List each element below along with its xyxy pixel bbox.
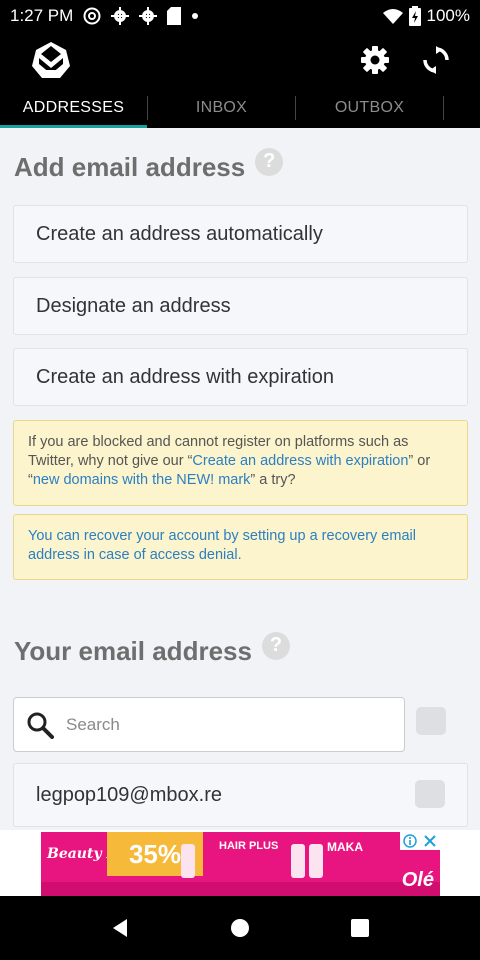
- ad-bottle-image: [309, 844, 323, 878]
- tab-bar: ADDRESSES INBOX OUTBOX: [0, 88, 480, 128]
- ad-bottle-image: [181, 844, 195, 878]
- email-checkbox[interactable]: [415, 780, 445, 808]
- email-address: legpop109@mbox.re: [36, 783, 222, 806]
- ad-product-2: MAKA: [327, 840, 363, 854]
- at-sign-icon: [83, 7, 101, 25]
- help-icon[interactable]: ?: [255, 147, 284, 176]
- system-nav-bar: [0, 896, 480, 960]
- tab-divider: [443, 96, 444, 120]
- recovery-notice-link[interactable]: You can recover your account by setting …: [28, 528, 416, 563]
- settings-icon[interactable]: [360, 45, 390, 75]
- blocked-notice: If you are blocked and cannot register o…: [13, 420, 468, 506]
- dot-icon: [192, 13, 199, 19]
- tab-inbox[interactable]: INBOX: [148, 88, 295, 128]
- ad-banner[interactable]: Beauty FEST! Olé 35% HAIR PLUS MAKA Olé: [41, 832, 440, 896]
- search-icon: [27, 712, 54, 739]
- gear-icon: [111, 7, 130, 25]
- ad-product-1: HAIR PLUS: [219, 840, 279, 852]
- create-address-auto-button[interactable]: Create an address automatically: [13, 205, 468, 263]
- mbox-logo-icon: [30, 40, 72, 80]
- wifi-icon: [382, 9, 403, 24]
- tab-addresses[interactable]: ADDRESSES: [0, 88, 147, 128]
- back-icon[interactable]: [60, 896, 180, 960]
- app-bar: [0, 32, 480, 88]
- search-box[interactable]: [13, 697, 405, 752]
- recovery-notice[interactable]: You can recover your account by setting …: [13, 514, 468, 580]
- status-icons: [83, 7, 199, 25]
- help-icon[interactable]: ?: [261, 631, 290, 660]
- create-address-expiration-button[interactable]: Create an address with expiration: [13, 348, 468, 406]
- ad-info-icon[interactable]: [400, 832, 420, 850]
- battery-charging-icon: [408, 6, 421, 26]
- refresh-icon[interactable]: [422, 46, 450, 74]
- ad-close-icon[interactable]: [420, 832, 440, 850]
- ad-logo: Olé: [401, 869, 434, 891]
- status-time: 1:27 PM: [10, 6, 74, 25]
- designate-address-button[interactable]: Designate an address: [13, 277, 468, 335]
- battery-level: 100%: [426, 6, 470, 25]
- tab-outbox[interactable]: OUTBOX: [296, 88, 443, 128]
- status-bar: 1:27 PM 100%: [0, 0, 480, 32]
- create-address-expiration-link[interactable]: Create an address with expiration: [192, 453, 408, 469]
- addresses-content[interactable]: Add email address ? Create an address au…: [0, 128, 480, 830]
- app-bar-actions: [360, 45, 450, 75]
- search-input[interactable]: [66, 714, 366, 735]
- add-email-heading: Add email address: [14, 152, 246, 182]
- sd-card-icon: [167, 7, 182, 25]
- recents-icon[interactable]: [300, 896, 420, 960]
- email-list-item[interactable]: legpop109@mbox.re: [13, 763, 468, 827]
- add-email-section-title: Add email address ?: [14, 147, 284, 183]
- home-icon[interactable]: [180, 896, 300, 960]
- your-email-section-title: Your email address ?: [14, 631, 290, 667]
- ad-area: Beauty FEST! Olé 35% HAIR PLUS MAKA Olé: [0, 830, 480, 896]
- new-domains-link[interactable]: new domains with the NEW! mark: [33, 472, 251, 488]
- notice-text-after: ” a try?: [250, 472, 296, 488]
- select-all-checkbox[interactable]: [416, 707, 446, 735]
- ad-disclaimer-strip: [41, 882, 440, 896]
- status-right: 100%: [382, 6, 470, 26]
- ad-bottle-image: [291, 844, 305, 878]
- your-email-heading: Your email address: [14, 636, 252, 666]
- gear-icon: [139, 7, 158, 25]
